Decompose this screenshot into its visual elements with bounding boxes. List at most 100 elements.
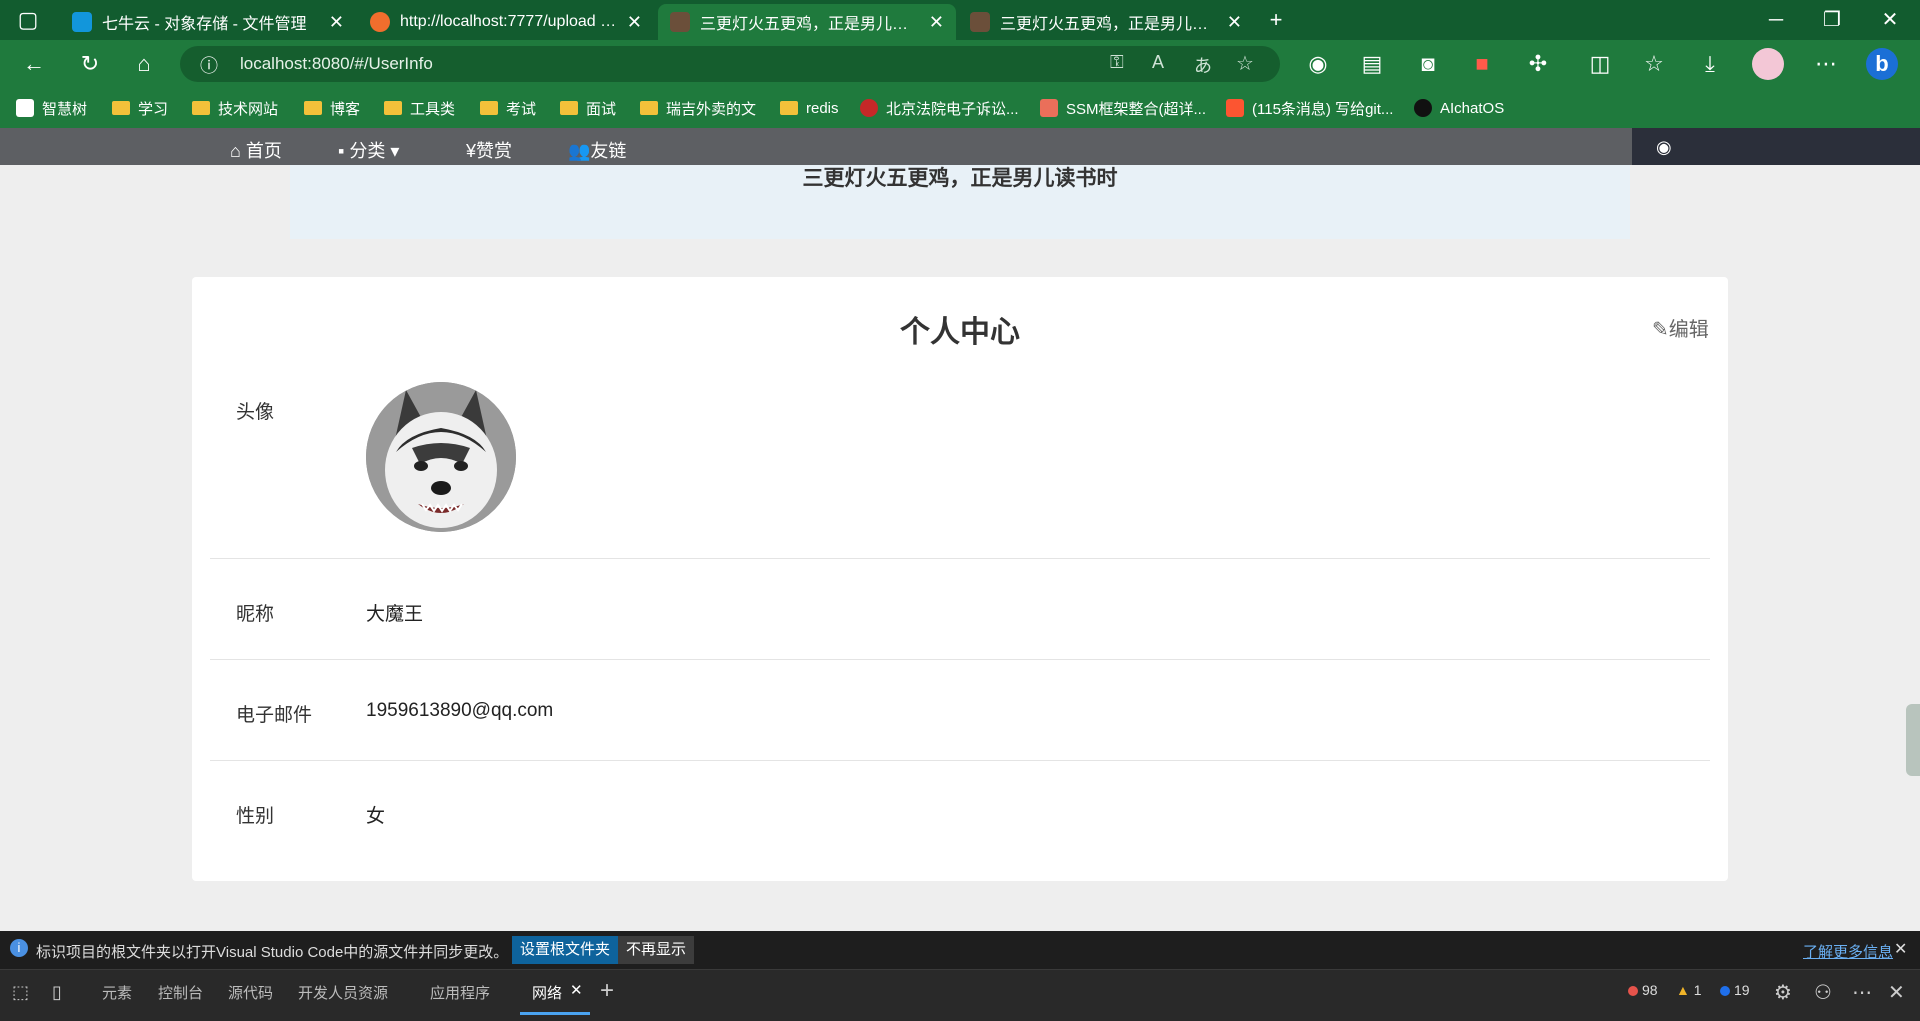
close-tab-icon[interactable]: ✕ xyxy=(627,12,642,33)
bookmark-folder[interactable]: 学习 xyxy=(112,96,168,120)
tab-developer-resources[interactable]: 开发人员资源 xyxy=(298,982,388,1003)
url-text[interactable]: localhost:8080/#/UserInfo xyxy=(240,54,433,74)
browser-tab-bar: ▢ 七牛云 - 对象存储 - 文件管理 ✕ http://localhost:7… xyxy=(0,0,1920,40)
site-motto: 三更灯火五更鸡，正是男儿读书时 xyxy=(802,167,1118,190)
devtools-more-icon[interactable]: ⋯ xyxy=(1852,980,1872,1005)
bookmark-label: (115条消息) 写给git... xyxy=(1252,100,1394,118)
category-icon: ▪ xyxy=(338,141,350,161)
inspect-element-icon[interactable]: ⬚ xyxy=(12,982,29,1003)
favorites-icon[interactable]: ☆ xyxy=(1638,48,1670,80)
read-aloud-icon[interactable]: A xyxy=(1152,52,1164,73)
site-favicon-icon xyxy=(670,12,690,32)
nav-home[interactable]: ⌂ 首页 xyxy=(230,137,282,163)
folder-icon xyxy=(560,101,578,115)
bookmark-court[interactable]: 北京法院电子诉讼... xyxy=(860,96,1019,120)
browser-tab-upload[interactable]: http://localhost:7777/upload - pu ✕ xyxy=(358,4,654,40)
customize-icon[interactable]: ⚇ xyxy=(1814,980,1832,1005)
home-icon[interactable]: ⌂ xyxy=(128,48,160,80)
tab-network[interactable]: 网络 xyxy=(532,982,562,1003)
close-window-icon[interactable]: ✕ xyxy=(1870,6,1910,34)
bookmark-folder[interactable]: 瑞吉外卖的文 xyxy=(640,96,756,120)
back-icon[interactable]: ← xyxy=(18,48,50,80)
site-info-icon[interactable]: ⓘ xyxy=(200,52,218,78)
bookmark-label: 面试 xyxy=(586,100,617,118)
close-tab-icon[interactable]: ✕ xyxy=(1227,12,1242,33)
minimize-icon[interactable]: ─ xyxy=(1756,6,1796,34)
bing-copilot-icon[interactable]: b xyxy=(1866,48,1898,80)
court-icon xyxy=(860,99,878,117)
home-icon: ⌂ xyxy=(230,141,246,161)
add-panel-icon[interactable]: + xyxy=(600,977,614,1005)
tab-actions-icon[interactable]: ▢ xyxy=(12,4,44,36)
site-favicon-icon xyxy=(970,12,990,32)
close-infobar-icon[interactable]: ✕ xyxy=(1894,939,1907,959)
warning-count-value: 1 xyxy=(1693,982,1702,998)
restore-icon[interactable]: ❐ xyxy=(1812,6,1852,34)
address-bar[interactable]: ⓘ localhost:8080/#/UserInfo ⚿ A あ ☆ xyxy=(180,46,1280,82)
close-tab-icon[interactable]: ✕ xyxy=(570,981,583,999)
extension-glasses-icon[interactable]: ◙ xyxy=(1412,48,1444,80)
tab-sources[interactable]: 源代码 xyxy=(228,982,273,1003)
row-divider xyxy=(210,558,1710,559)
email-value: 1959613890@qq.com xyxy=(366,700,554,721)
edit-button[interactable]: ✎编辑 xyxy=(1652,313,1709,342)
bookmark-folder[interactable]: 工具类 xyxy=(384,96,455,120)
profile-avatar-icon[interactable] xyxy=(1752,48,1784,80)
user-account-icon[interactable]: ◉ xyxy=(1656,137,1672,158)
bookmark-label: SSM框架整合(超详... xyxy=(1066,100,1207,118)
bookmark-folder[interactable]: 面试 xyxy=(560,96,616,120)
row-divider xyxy=(210,760,1710,761)
extension-owl-icon[interactable]: ◉ xyxy=(1302,48,1334,80)
bookmark-folder[interactable]: 考试 xyxy=(480,96,536,120)
bookmark-csdn[interactable]: (115条消息) 写给git... xyxy=(1226,96,1393,120)
set-root-folder-button[interactable]: 设置根文件夹 xyxy=(512,936,619,964)
bookmark-folder[interactable]: redis xyxy=(780,96,839,120)
browser-tab-active[interactable]: 三更灯火五更鸡，正是男儿读书时 ✕ xyxy=(658,4,956,40)
nav-category[interactable]: ▪ 分类 ▾ xyxy=(338,137,399,163)
add-favorite-icon[interactable]: ☆ xyxy=(1236,51,1254,76)
refresh-icon[interactable]: ↻ xyxy=(74,48,106,80)
sidebar-handle[interactable] xyxy=(1906,704,1920,776)
folder-icon xyxy=(112,101,130,115)
bookmark-folder[interactable]: 博客 xyxy=(304,96,360,120)
nav-links[interactable]: 👥友链 xyxy=(568,137,626,163)
bookmark-zhihuishu[interactable]: 智慧树 xyxy=(16,96,87,120)
issue-count[interactable]: 19 xyxy=(1720,982,1750,998)
jianshu-icon xyxy=(1040,99,1058,117)
tab-elements[interactable]: 元素 xyxy=(102,982,132,1003)
error-count[interactable]: 98 xyxy=(1628,982,1658,998)
downloads-icon[interactable]: ⤓ xyxy=(1694,48,1726,80)
extension-dice-icon[interactable]: ■ xyxy=(1466,48,1498,80)
tab-title: 七牛云 - 对象存储 - 文件管理 xyxy=(102,16,307,33)
tab-console[interactable]: 控制台 xyxy=(158,982,203,1003)
bookmark-aichatos[interactable]: AIchatOS xyxy=(1414,96,1504,120)
bookmark-jianshu[interactable]: SSM框架整合(超详... xyxy=(1040,96,1206,120)
learn-more-link[interactable]: 了解更多信息 xyxy=(1803,941,1893,962)
device-emulation-icon[interactable]: ▯ xyxy=(52,982,62,1003)
close-tab-icon[interactable]: ✕ xyxy=(329,12,344,33)
new-tab-icon[interactable]: + xyxy=(1260,4,1292,36)
nav-reward[interactable]: ¥赞赏 xyxy=(466,137,512,163)
key-icon[interactable]: ⚿ xyxy=(1110,52,1124,73)
upload-favicon-icon xyxy=(370,12,390,32)
browser-tab-site[interactable]: 三更灯火五更鸡，正是男儿读书时 ✕ xyxy=(958,4,1254,40)
error-icon xyxy=(1628,986,1638,996)
translate-icon[interactable]: あ xyxy=(1194,52,1212,78)
edit-label: 编辑 xyxy=(1668,319,1709,341)
folder-icon xyxy=(384,101,402,115)
extension-clip-icon[interactable]: ▤ xyxy=(1356,48,1388,80)
warning-count[interactable]: ▲ 1 xyxy=(1676,982,1702,998)
edit-icon: ✎ xyxy=(1652,319,1669,341)
bookmark-folder[interactable]: 技术网站 xyxy=(192,96,278,120)
bookmarks-bar: 智慧树 学习 技术网站 博客 工具类 考试 面试 瑞吉外卖的文 redis 北京… xyxy=(0,88,1920,128)
browser-tab-qiniu[interactable]: 七牛云 - 对象存储 - 文件管理 ✕ xyxy=(60,4,356,40)
settings-gear-icon[interactable]: ⚙ xyxy=(1774,980,1792,1005)
close-devtools-icon[interactable]: ✕ xyxy=(1888,980,1905,1005)
extensions-icon[interactable]: ✣ xyxy=(1522,48,1554,80)
dont-show-again-button[interactable]: 不再显示 xyxy=(618,936,695,964)
tab-application[interactable]: 应用程序 xyxy=(430,982,490,1003)
profile-card: 个人中心 ✎编辑 头像 昵称 大魔王 电子邮件 1959613890@qq.co xyxy=(192,277,1728,881)
more-menu-icon[interactable]: ⋯ xyxy=(1810,48,1842,80)
close-tab-icon[interactable]: ✕ xyxy=(929,12,944,33)
split-screen-icon[interactable]: ◫ xyxy=(1584,48,1616,80)
